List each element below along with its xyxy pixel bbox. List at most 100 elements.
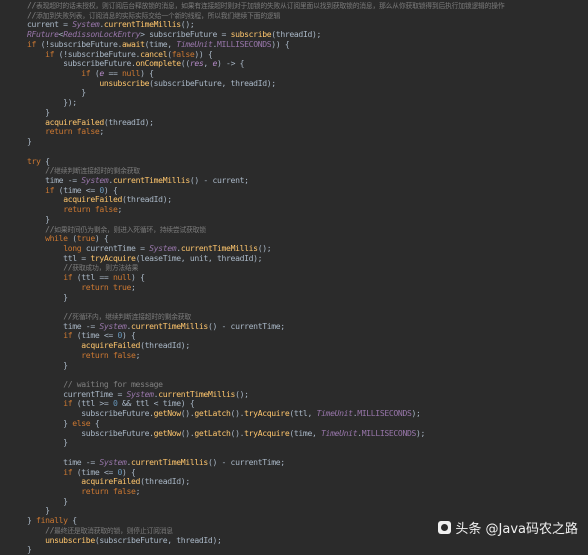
code-token: return false: [63, 204, 118, 215]
code-token: (time,: [289, 427, 322, 438]
code-token: }: [27, 505, 50, 516]
code-token: //: [45, 524, 55, 535]
code-token: if: [63, 330, 77, 341]
code-token: (threadId);: [140, 476, 190, 487]
code-editor[interactable]: //表现超时的话未授权，则订阅后台释放锁的消息，如果有连接超时则对于加锁的失败从…: [0, 0, 588, 555]
code-token: (leaseTime, unit, threadId);: [135, 252, 263, 263]
code-token: () - currentTime;: [207, 456, 285, 467]
code-line: acquireFailed(threadId);: [27, 116, 588, 128]
code-token: (time <=: [58, 184, 100, 195]
code-token: {: [45, 155, 50, 166]
code-token: //: [45, 165, 55, 176]
code-token: ;: [135, 349, 141, 360]
code-line: });: [27, 97, 588, 108]
code-token: return false: [81, 349, 136, 360]
code-token: ) -> {: [217, 58, 245, 69]
code-token: System: [126, 388, 154, 399]
code-token: subscribe: [230, 29, 272, 40]
code-token: MILLISECONDS: [357, 408, 412, 419]
code-token: ) {: [122, 466, 136, 477]
code-token: ;: [117, 204, 122, 215]
code-token: acquireFailed: [63, 194, 122, 205]
code-line: return true;: [27, 281, 588, 293]
code-line: }: [27, 437, 588, 448]
code-token: RedissonLockEntry: [63, 29, 141, 40]
code-token: );: [416, 427, 426, 438]
code-token: () - currentTime;: [207, 320, 285, 331]
code-token: (!subscribeFuture.: [58, 48, 141, 59]
code-token: time -=: [27, 456, 100, 467]
code-token: {: [94, 417, 100, 428]
code-token: tryAcquire: [244, 408, 290, 419]
code-token: ttl =: [27, 252, 91, 263]
code-token: });: [27, 97, 77, 108]
code-token: //: [63, 311, 73, 321]
code-token: //: [45, 223, 55, 234]
code-token: TimeUnit: [321, 427, 358, 438]
code-token: currentTimeMillis: [158, 388, 236, 399]
code-token: (ttl,: [289, 408, 317, 419]
code-token: if: [27, 38, 41, 49]
code-line: return false;: [27, 349, 588, 361]
code-token: await: [122, 38, 145, 49]
code-token: 0: [112, 398, 122, 409]
code-token: }: [27, 359, 68, 370]
code-token: currentTimeMillis: [131, 456, 208, 467]
code-token: (threadId);: [122, 194, 172, 205]
code-token: if: [63, 272, 77, 283]
code-token: onComplete: [135, 58, 182, 69]
code-token: ;: [131, 281, 136, 292]
code-token: }: [27, 544, 32, 555]
code-token: res: [189, 58, 204, 69]
code-token: {: [72, 515, 77, 526]
code-line: }: [27, 291, 588, 303]
code-token: ((: [180, 58, 190, 69]
code-token: acquireFailed: [45, 116, 104, 127]
code-token: getLatch: [194, 408, 231, 419]
code-token: ) {: [94, 233, 109, 244]
code-line: unsubscribe(subscribeFuture, threadId);: [27, 77, 588, 89]
code-token: //: [63, 262, 73, 273]
code-token: (time <=: [76, 466, 118, 477]
code-token: else: [72, 417, 95, 428]
code-line: }: [27, 496, 588, 507]
code-token: acquireFailed: [81, 340, 141, 351]
code-token: }: [27, 213, 50, 224]
code-token: ;: [99, 126, 104, 137]
code-token: subscribeFuture.: [27, 427, 154, 438]
code-token: (threadId);: [271, 29, 322, 40]
code-token: currentTime =: [85, 242, 150, 253]
code-token: ();: [257, 242, 272, 253]
code-token: current =: [27, 19, 73, 30]
code-token: }: [27, 291, 68, 302]
code-token: MILLISECONDS: [361, 427, 417, 438]
code-token: if: [63, 466, 77, 477]
code-token: ==: [103, 68, 123, 79]
code-token: MILLISECONDS: [217, 38, 272, 49]
code-line: //表现超时的话未授权，则订阅后台释放锁的消息，如果有连接超时则对于加锁的失败从…: [27, 0, 588, 11]
code-token: null: [122, 68, 141, 79]
code-token: if: [63, 398, 77, 409]
code-token: ) {: [103, 184, 118, 195]
code-token: currentTimeMillis: [131, 320, 208, 331]
code-token: (subscribeFuture, threadId);: [149, 77, 276, 88]
code-token: System: [99, 456, 127, 467]
code-token: System: [149, 242, 177, 253]
code-line: return false;: [27, 204, 588, 215]
code-token: > subscribeFuture =: [140, 29, 231, 40]
code-token: if: [45, 184, 59, 195]
